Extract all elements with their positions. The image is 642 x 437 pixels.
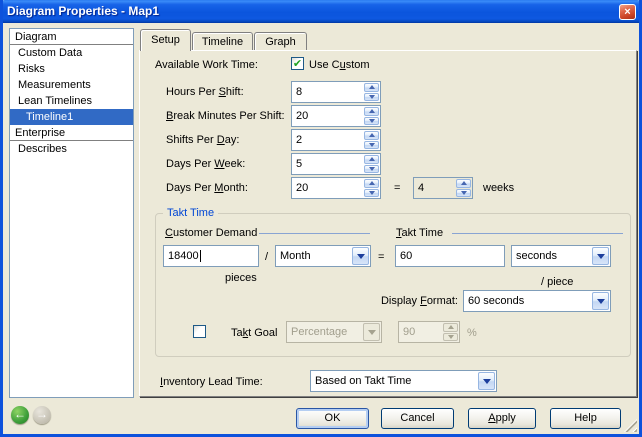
takt-goal-label: Takt Goal	[231, 327, 277, 339]
chevron-down-icon	[592, 247, 609, 265]
use-custom-label: Use Custom	[309, 59, 370, 71]
use-custom-checkbox[interactable]: ✔	[291, 57, 304, 70]
takt-time-value: 60	[400, 250, 412, 262]
customer-demand-rule	[259, 233, 370, 234]
demand-period-select[interactable]: Month	[275, 245, 371, 267]
days-per-month-spinner[interactable]: 20	[291, 177, 381, 199]
check-icon: ✔	[292, 58, 303, 70]
display-format-value: 60 seconds	[468, 295, 524, 307]
spin-up-button[interactable]	[456, 179, 471, 188]
inventory-lead-time-select[interactable]: Based on Takt Time	[310, 370, 497, 392]
tree-header-enterprise: Enterprise	[10, 125, 133, 141]
hours-per-shift-value: 8	[296, 86, 302, 98]
back-icon[interactable]: ←	[11, 406, 29, 424]
takt-goal-type-select: Percentage	[286, 321, 382, 343]
takt-goal-value: 90	[403, 326, 415, 338]
forward-icon[interactable]: →	[33, 406, 51, 424]
takt-goal-checkbox[interactable]: ✔	[193, 325, 206, 338]
spin-down-button[interactable]	[364, 189, 379, 198]
spin-down-button[interactable]	[364, 93, 379, 102]
hours-per-shift-spinner[interactable]: 8	[291, 81, 381, 103]
takt-goal-type-value: Percentage	[291, 326, 347, 338]
takt-unit-value: seconds	[516, 250, 557, 262]
ok-button[interactable]: OK	[296, 408, 369, 429]
spin-up-button[interactable]	[364, 83, 379, 92]
chevron-down-icon	[478, 372, 495, 390]
spin-down-button[interactable]	[364, 165, 379, 174]
spin-up-button[interactable]	[364, 131, 379, 140]
tab-setup[interactable]: Setup	[140, 29, 191, 51]
break-minutes-spinner[interactable]: 20	[291, 105, 381, 127]
tree-item-lean-timelines[interactable]: Lean Timelines	[10, 93, 133, 109]
resize-grip[interactable]	[624, 419, 637, 432]
percent-label: %	[467, 327, 477, 339]
spin-down-button[interactable]	[456, 189, 471, 198]
display-format-label: Display Format:	[303, 295, 458, 307]
window-title: Diagram Properties - Map1	[7, 0, 159, 23]
apply-button[interactable]: Apply	[468, 408, 536, 429]
days-per-week-label: Days Per Week:	[166, 158, 245, 170]
diagram-properties-dialog: Diagram Properties - Map1 × Diagram Cust…	[0, 0, 642, 437]
takt-time-rule	[452, 233, 623, 234]
weeks-spinner[interactable]: 4	[413, 177, 473, 199]
per-piece-label: / piece	[541, 276, 573, 288]
cancel-button[interactable]: Cancel	[381, 408, 454, 429]
takt-unit-select[interactable]: seconds	[511, 245, 611, 267]
properties-tree: Diagram Custom Data Risks Measurements L…	[9, 28, 134, 398]
shifts-per-day-label: Shifts Per Day:	[166, 134, 239, 146]
close-icon[interactable]: ×	[619, 4, 636, 20]
chevron-down-icon	[363, 323, 380, 341]
spin-up-button[interactable]	[364, 155, 379, 164]
help-button[interactable]: Help	[550, 408, 621, 429]
spin-down-button	[443, 333, 458, 342]
takt-time-input[interactable]: 60	[395, 245, 505, 267]
tree-header-diagram: Diagram	[10, 29, 133, 45]
tab-graph[interactable]: Graph	[254, 32, 307, 51]
spin-down-button[interactable]	[364, 141, 379, 150]
customer-demand-label: Customer Demand	[165, 227, 257, 239]
inventory-lead-time-value: Based on Takt Time	[315, 375, 411, 387]
break-minutes-label: Break Minutes Per Shift:	[166, 110, 285, 122]
spin-up-button[interactable]	[364, 179, 379, 188]
demand-period-value: Month	[280, 250, 311, 262]
chevron-down-icon	[592, 292, 609, 310]
weeks-label: weeks	[483, 182, 514, 194]
equals-sign: =	[378, 251, 384, 263]
divide-sign: /	[265, 251, 268, 263]
tree-item-measurements[interactable]: Measurements	[10, 77, 133, 93]
takt-time-label: Takt Time	[396, 227, 443, 239]
spin-down-button[interactable]	[364, 117, 379, 126]
inventory-lead-time-label: Inventory Lead Time:	[160, 376, 263, 388]
equals-sign: =	[394, 182, 400, 194]
takt-goal-spinner: 90	[398, 321, 460, 343]
chevron-down-icon	[352, 247, 369, 265]
tree-item-timeline1[interactable]: Timeline1	[10, 109, 133, 125]
shifts-per-day-spinner[interactable]: 2	[291, 129, 381, 151]
tab-timeline[interactable]: Timeline	[192, 32, 253, 51]
spin-up-button[interactable]	[364, 107, 379, 116]
weeks-value: 4	[418, 182, 424, 194]
pieces-label: pieces	[225, 272, 257, 284]
takt-time-group-label: Takt Time	[163, 207, 218, 219]
tree-item-custom-data[interactable]: Custom Data	[10, 45, 133, 61]
shifts-per-day-value: 2	[296, 134, 302, 146]
hours-per-shift-label: Hours Per Shift:	[166, 86, 244, 98]
days-per-month-label: Days Per Month:	[166, 182, 248, 194]
title-bar[interactable]: Diagram Properties - Map1 ×	[0, 0, 642, 23]
available-work-time-label: Available Work Time:	[155, 59, 258, 71]
tree-item-describes[interactable]: Describes	[10, 141, 133, 157]
break-minutes-value: 20	[296, 110, 308, 122]
display-format-select[interactable]: 60 seconds	[463, 290, 611, 312]
tree-item-risks[interactable]: Risks	[10, 61, 133, 77]
days-per-week-spinner[interactable]: 5	[291, 153, 381, 175]
text-caret	[200, 250, 201, 262]
customer-demand-value: 18400	[168, 250, 199, 262]
days-per-week-value: 5	[296, 158, 302, 170]
spin-up-button	[443, 323, 458, 332]
customer-demand-input[interactable]: 18400	[163, 245, 259, 267]
days-per-month-value: 20	[296, 182, 308, 194]
